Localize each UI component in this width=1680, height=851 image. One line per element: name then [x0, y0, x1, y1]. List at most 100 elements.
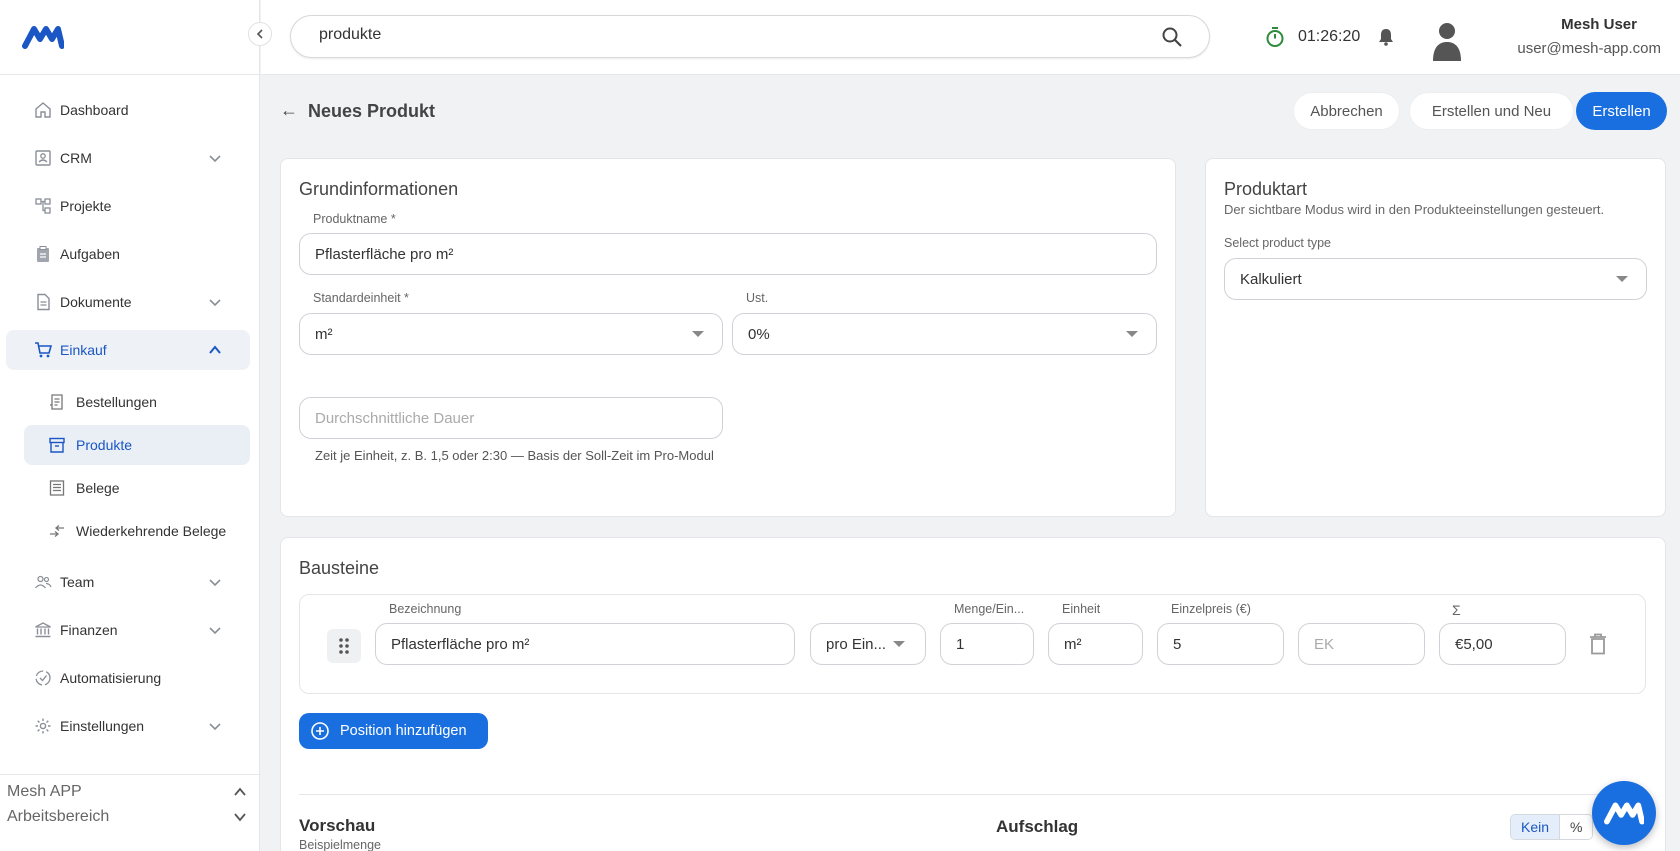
sidebar-item-einstellungen[interactable]: Einstellungen: [6, 706, 250, 746]
product-name-label: Produktname *: [313, 212, 396, 226]
component-ek-placeholder: EK: [1314, 635, 1335, 653]
stopwatch-icon[interactable]: [1264, 26, 1286, 48]
product-type-select-label: Select product type: [1224, 236, 1332, 250]
vat-label: Ust.: [746, 291, 769, 305]
dropdown-caret-icon: [1616, 276, 1628, 282]
chevron-left-icon: [256, 29, 263, 39]
product-type-value: Kalkuliert: [1240, 270, 1302, 288]
component-name-value: Pflasterfläche pro m²: [391, 635, 530, 653]
dropdown-caret-icon: [692, 331, 704, 337]
list-doc-icon: [49, 480, 65, 496]
col-menge-label: Menge/Ein...: [954, 602, 1025, 616]
gear-icon: [35, 718, 51, 734]
mesh-logo[interactable]: [22, 24, 64, 50]
avatar[interactable]: [1429, 19, 1465, 61]
col-einzelpreis-label: Einzelpreis (€): [1171, 602, 1251, 616]
app-switcher[interactable]: Mesh APP: [7, 783, 247, 801]
sidebar-item-aufgaben[interactable]: Aufgaben: [6, 234, 250, 274]
sidebar-subitem-bestellungen[interactable]: Bestellungen: [24, 382, 250, 422]
sidebar-subitem-belege[interactable]: Belege: [24, 468, 250, 508]
component-mode-select[interactable]: pro Ein...: [810, 623, 926, 665]
standard-unit-value: m²: [315, 325, 333, 343]
app-name: Mesh APP: [7, 783, 82, 800]
sidebar-item-dokumente[interactable]: Dokumente: [6, 282, 250, 322]
product-type-select[interactable]: Kalkuliert: [1224, 258, 1647, 300]
average-duration-input[interactable]: Durchschnittliche Dauer: [299, 397, 723, 439]
product-type-title: Produktart: [1224, 179, 1308, 199]
workspace-switcher[interactable]: Arbeitsbereich: [7, 808, 247, 826]
sidebar-subitem-label: Bestellungen: [76, 394, 157, 410]
sidebar-item-finanzen[interactable]: Finanzen: [6, 610, 250, 650]
vat-select[interactable]: 0%: [732, 313, 1157, 355]
chevron-down-icon[interactable]: [208, 295, 222, 309]
create-and-new-button[interactable]: Erstellen und Neu: [1409, 92, 1574, 130]
col-einheit-label: Einheit: [1062, 602, 1101, 616]
chevron-down-icon: [234, 813, 246, 822]
standard-unit-select[interactable]: m²: [299, 313, 723, 355]
plus-circle-icon: [311, 722, 329, 740]
sidebar-item-label: Einkauf: [60, 342, 107, 358]
sidebar-item-projekte[interactable]: Projekte: [6, 186, 250, 226]
home-icon: [35, 102, 51, 118]
component-unit-input[interactable]: m²: [1048, 623, 1143, 665]
automation-icon: [35, 670, 51, 686]
product-name-input[interactable]: Pflasterfläche pro m²: [299, 233, 1157, 275]
sidebar-item-dashboard[interactable]: Dashboard: [6, 90, 250, 130]
sidebar-item-label: Aufgaben: [60, 246, 120, 262]
drag-dots-icon: [339, 638, 349, 654]
drag-handle[interactable]: [327, 629, 361, 663]
chevron-down-icon[interactable]: [208, 151, 222, 165]
sidebar-item-einkauf[interactable]: Einkauf: [6, 330, 250, 370]
cancel-button[interactable]: Abbrechen: [1293, 92, 1400, 130]
dropdown-caret-icon: [893, 641, 905, 647]
create-button[interactable]: Erstellen: [1576, 92, 1667, 130]
sidebar-item-automatisierung[interactable]: Automatisierung: [6, 658, 250, 698]
component-quantity-input[interactable]: 1: [940, 623, 1034, 665]
sidebar-item-label: Team: [60, 574, 95, 590]
product-type-description: Der sichtbare Modus wird in den Produkte…: [1224, 202, 1605, 217]
trash-icon[interactable]: [1587, 632, 1609, 656]
component-price-input[interactable]: 5: [1157, 623, 1284, 665]
component-quantity-value: 1: [956, 635, 965, 653]
workspace-name: Arbeitsbereich: [7, 808, 110, 825]
back-arrow-icon[interactable]: ←: [280, 100, 298, 121]
preview-title: Vorschau: [299, 816, 376, 835]
topbar: 01:26:20 Mesh User user@mesh-app.com: [261, 0, 1680, 75]
dropdown-caret-icon: [1126, 331, 1138, 337]
mesh-logo-icon: [1604, 802, 1644, 825]
average-duration-placeholder: Durchschnittliche Dauer: [315, 409, 475, 427]
basic-info-title: Grundinformationen: [299, 179, 459, 199]
sidebar-item-crm[interactable]: CRM: [6, 138, 250, 178]
chevron-down-icon[interactable]: [208, 719, 222, 733]
clipboard-icon: [37, 246, 49, 262]
col-sum-label: Σ: [1452, 602, 1461, 618]
chevron-down-icon[interactable]: [208, 575, 222, 589]
component-name-input[interactable]: Pflasterfläche pro m²: [375, 623, 795, 665]
sidebar-subitem-produkte[interactable]: Produkte: [24, 425, 250, 465]
mesh-assistant-button[interactable]: [1592, 781, 1656, 845]
sidebar-item-team[interactable]: Team: [6, 562, 250, 602]
component-price-value: 5: [1173, 635, 1182, 653]
duration-hint: Zeit je Einheit, z. B. 1,5 oder 2:30 — B…: [315, 448, 714, 463]
components-title: Bausteine: [299, 558, 380, 578]
markup-percent-option[interactable]: %: [1560, 815, 1593, 839]
chevron-up-icon[interactable]: [208, 343, 222, 357]
sidebar-subitem-wiederkehrende-belege[interactable]: Wiederkehrende Belege: [24, 511, 250, 551]
component-sum-value: €5,00: [1455, 635, 1493, 653]
team-icon: [35, 575, 52, 589]
search-bar[interactable]: [290, 15, 1210, 58]
vat-value: 0%: [748, 325, 770, 343]
search-input[interactable]: [319, 26, 1139, 44]
receipt-icon: [50, 394, 63, 410]
component-unit-value: m²: [1064, 635, 1082, 653]
search-icon[interactable]: [1161, 26, 1183, 48]
chevron-down-icon[interactable]: [208, 623, 222, 637]
col-bezeichnung-label: Bezeichnung: [389, 602, 462, 616]
component-ek-input[interactable]: EK: [1298, 623, 1425, 665]
add-position-button[interactable]: Position hinzufügen: [299, 713, 488, 749]
collapse-sidebar-button[interactable]: [248, 22, 272, 46]
bell-icon[interactable]: [1376, 27, 1396, 47]
markup-none-option[interactable]: Kein: [1511, 815, 1561, 839]
markup-toggle: Kein %: [1510, 814, 1594, 840]
archive-box-icon: [49, 437, 65, 453]
